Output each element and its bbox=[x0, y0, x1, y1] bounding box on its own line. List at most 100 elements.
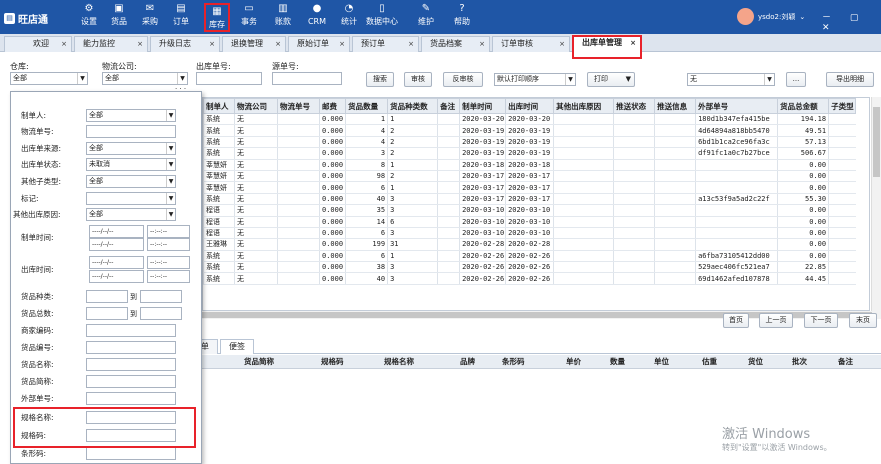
detail-column-header[interactable]: 品牌 bbox=[460, 355, 475, 369]
table-row[interactable]: 程语无 0.000 14 6 2020-03-10 2020-03-10 0.00 bbox=[203, 216, 856, 228]
nav-data-center[interactable]: ▯ 数据中心 bbox=[362, 2, 402, 32]
detail-column-header[interactable]: 条形码 bbox=[502, 355, 525, 369]
nav-accounts[interactable]: ▥ 账款 bbox=[270, 2, 296, 32]
table-row[interactable]: 系统无 0.000 1 1 2020-03-20 2020-03-20 180d1b347e… bbox=[203, 113, 856, 126]
column-header[interactable]: 邮费 bbox=[318, 98, 347, 114]
create-time-end-date[interactable]: ----/--/-- bbox=[89, 238, 144, 251]
detail-column-header[interactable]: 货位 bbox=[748, 355, 763, 369]
table-row[interactable]: 程语无 0.000 6 3 2020-03-10 2020-03-10 0.00 bbox=[203, 227, 856, 240]
tab-goods-archive[interactable]: 货品档案 × bbox=[421, 36, 490, 52]
nav-settings[interactable]: ⚙ 设置 bbox=[76, 2, 102, 32]
kinds-max-input[interactable] bbox=[140, 290, 182, 303]
column-header[interactable]: 出库时间 bbox=[505, 98, 555, 114]
tab-note[interactable]: 便签 bbox=[220, 339, 254, 354]
mark-select[interactable]: ▼ bbox=[86, 192, 176, 205]
close-icon[interactable]: × bbox=[559, 37, 565, 51]
detail-column-header[interactable]: 单位 bbox=[654, 355, 669, 369]
table-row[interactable]: 王雅琳无 0.000 199 31 2020-02-28 2020-02-28 0.00 bbox=[203, 238, 856, 251]
create-time-end-time[interactable]: --:--:-- bbox=[147, 238, 190, 251]
search-button[interactable]: 搜索 bbox=[366, 72, 394, 87]
audit-button[interactable]: 审核 bbox=[404, 72, 432, 87]
close-icon[interactable]: × bbox=[137, 37, 143, 51]
table-row[interactable]: 系统无 0.000 4 2 2020-03-19 2020-03-19 4d64894a81… bbox=[203, 124, 856, 137]
table-row[interactable]: 程语无 0.000 35 3 2020-03-10 2020-03-10 0.00 bbox=[203, 204, 856, 217]
column-header[interactable]: 子类型 bbox=[828, 98, 857, 114]
tab-raw-orders[interactable]: 原始订单 × bbox=[288, 36, 350, 52]
table-row[interactable]: 系统无 0.000 40 3 2020-02-26 2020-02-26 69d1462af… bbox=[203, 272, 856, 285]
close-icon[interactable]: × bbox=[630, 37, 636, 49]
tracking-input[interactable] bbox=[86, 125, 176, 138]
prev-page-button[interactable]: 上一页 bbox=[759, 313, 793, 328]
print-order-select[interactable]: 默认打印顺序 ▼ bbox=[494, 73, 576, 86]
nav-goods[interactable]: ▣ 货品 bbox=[106, 2, 132, 32]
unaudit-button[interactable]: 反审核 bbox=[443, 72, 483, 87]
close-icon[interactable]: × bbox=[275, 37, 281, 51]
nav-crm[interactable]: ● CRM bbox=[304, 2, 330, 32]
out-time-end-date[interactable]: ----/--/-- bbox=[89, 270, 144, 283]
create-time-start-time[interactable]: --:--:-- bbox=[147, 225, 190, 238]
table-row[interactable]: 莘慧妍无 0.000 6 1 2020-03-17 2020-03-17 0.00 bbox=[203, 181, 856, 194]
column-header[interactable]: 货品总金额 bbox=[777, 98, 830, 114]
tab-pre-orders[interactable]: 预订单 × bbox=[352, 36, 419, 52]
export-detail-button[interactable]: 导出明细 bbox=[826, 72, 874, 87]
window-controls[interactable]: － ▢ ✕ bbox=[822, 10, 881, 33]
merchant-code-input[interactable] bbox=[86, 324, 176, 337]
user-menu[interactable]: ysdo2:刘颖 ⌄ bbox=[737, 8, 805, 25]
column-header[interactable]: 推送状态 bbox=[613, 98, 656, 114]
table-row[interactable]: 系统无 0.000 38 3 2020-02-26 2020-02-26 529aec406… bbox=[203, 261, 856, 274]
out-time-end-time[interactable]: --:--:-- bbox=[147, 270, 190, 283]
nav-purchase[interactable]: ✉ 采购 bbox=[137, 2, 163, 32]
close-icon[interactable]: × bbox=[479, 37, 485, 51]
table-row[interactable]: 莘慧妍无 0.000 8 1 2020-03-18 2020-03-18 0.00 bbox=[203, 159, 856, 171]
tab-outbound-management[interactable]: 出库单管理 × bbox=[572, 35, 642, 59]
detail-column-header[interactable]: 备注 bbox=[838, 355, 853, 369]
goods-no-input[interactable] bbox=[86, 341, 176, 354]
table-row[interactable]: 莘慧妍无 0.000 98 2 2020-03-17 2020-03-17 0.00 bbox=[203, 170, 856, 183]
template-select[interactable]: 无 ▼ bbox=[687, 73, 775, 86]
column-header[interactable]: 货品数量 bbox=[345, 98, 389, 114]
close-icon[interactable]: × bbox=[408, 37, 414, 51]
tab-return-exchange[interactable]: 退换管理 × bbox=[222, 36, 286, 52]
status-select[interactable]: 未取消 ▼ bbox=[86, 158, 176, 171]
total-max-input[interactable] bbox=[140, 307, 182, 320]
total-min-input[interactable] bbox=[86, 307, 128, 320]
column-header[interactable]: 物流公司 bbox=[234, 98, 278, 114]
out-time-start-time[interactable]: --:--:-- bbox=[147, 256, 190, 269]
goods-name-input[interactable] bbox=[86, 358, 176, 371]
ext-no-input[interactable] bbox=[86, 392, 176, 405]
close-icon[interactable]: × bbox=[339, 37, 345, 51]
column-header[interactable]: 物流单号 bbox=[277, 98, 320, 114]
tab-order-review[interactable]: 订单审核 × bbox=[492, 36, 570, 52]
nav-orders[interactable]: ▤ 订单 bbox=[168, 2, 194, 32]
detail-column-header[interactable]: 货品简称 bbox=[244, 355, 274, 369]
out-time-start-date[interactable]: ----/--/-- bbox=[89, 256, 144, 269]
close-icon[interactable]: × bbox=[209, 37, 215, 51]
vertical-scrollbar[interactable] bbox=[871, 97, 881, 311]
detail-column-header[interactable]: 估重 bbox=[702, 355, 717, 369]
table-row[interactable]: 系统无 0.000 4 2 2020-03-19 2020-03-19 6bd1b1ca2c… bbox=[203, 136, 856, 149]
table-row[interactable]: 系统无 0.000 6 1 2020-02-26 2020-02-26 a6fba73105… bbox=[203, 250, 856, 263]
detail-column-header[interactable]: 批次 bbox=[792, 355, 807, 369]
nav-help[interactable]: ? 帮助 bbox=[449, 2, 475, 32]
goods-short-input[interactable] bbox=[86, 375, 176, 388]
close-icon[interactable]: × bbox=[61, 37, 67, 51]
more-button[interactable]: ... bbox=[786, 72, 806, 87]
nav-statistics[interactable]: ◔ 统计 bbox=[336, 2, 362, 32]
tab-upgrade-log[interactable]: 升级日志 × bbox=[150, 36, 220, 52]
kinds-min-input[interactable] bbox=[86, 290, 128, 303]
detail-column-header[interactable]: 数量 bbox=[610, 355, 625, 369]
nav-maintenance[interactable]: ✎ 维护 bbox=[413, 2, 439, 32]
nav-affairs[interactable]: ▭ 事务 bbox=[236, 2, 262, 32]
create-time-start-date[interactable]: ----/--/-- bbox=[89, 225, 144, 238]
column-header[interactable]: 制单时间 bbox=[459, 98, 507, 114]
column-header[interactable]: 外部单号 bbox=[695, 98, 779, 114]
column-header[interactable]: 制单人 bbox=[203, 98, 235, 114]
table-row[interactable]: 系统无 0.000 40 3 2020-03-17 2020-03-17 a13c53f9a… bbox=[203, 193, 856, 206]
table-row[interactable]: 系统无 0.000 3 2 2020-03-19 2020-03-19 df91fc1a0c… bbox=[203, 147, 856, 160]
reason-select[interactable]: 全部 ▼ bbox=[86, 208, 176, 221]
column-header[interactable]: 推送信息 bbox=[654, 98, 697, 114]
print-button[interactable]: 打印 ▼ bbox=[587, 72, 635, 87]
source-select[interactable]: 全部 ▼ bbox=[86, 142, 176, 155]
first-page-button[interactable]: 首页 bbox=[723, 313, 749, 328]
detail-column-header[interactable]: 单价 bbox=[566, 355, 581, 369]
